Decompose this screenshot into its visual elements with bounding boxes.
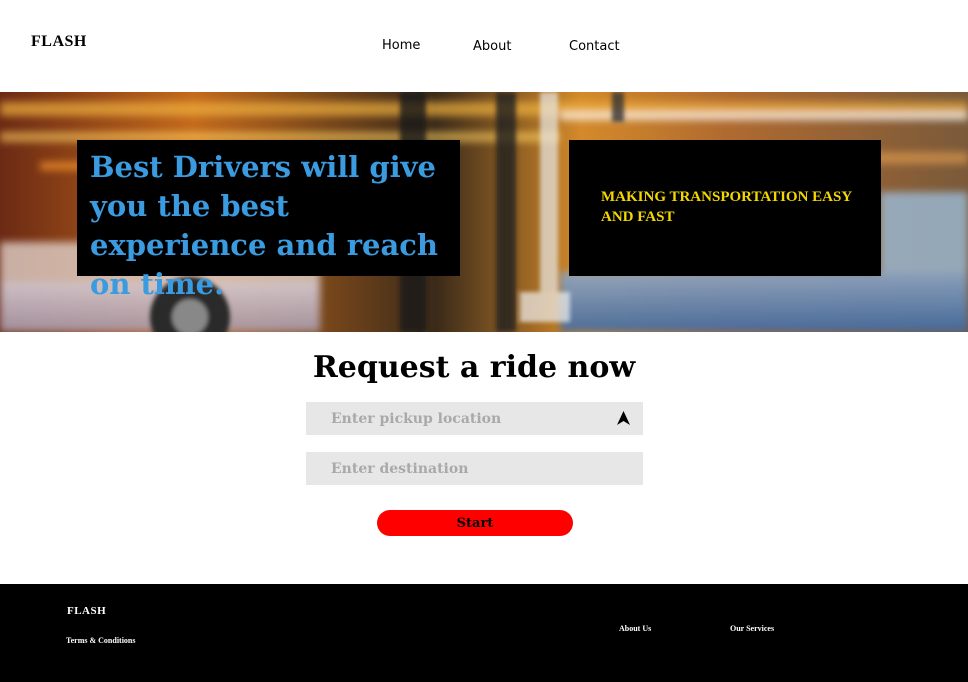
footer-about-link[interactable]: About Us	[619, 624, 651, 633]
nav-about[interactable]: About	[473, 39, 511, 54]
footer-terms-link[interactable]: Terms & Conditions	[66, 636, 136, 645]
start-button[interactable]: Start	[377, 510, 573, 536]
navigation-arrow-icon[interactable]	[617, 411, 630, 425]
ride-request-title: Request a ride now	[312, 350, 636, 385]
brand-logo[interactable]: FLASH	[31, 33, 87, 51]
nav-home[interactable]: Home	[382, 38, 420, 53]
hero-headline: Best Drivers will give you the best expe…	[90, 150, 439, 301]
footer-services-link[interactable]: Our Services	[730, 624, 774, 633]
footer-logo[interactable]: FLASH	[67, 605, 106, 617]
nav-contact[interactable]: Contact	[569, 39, 620, 54]
destination-input[interactable]	[306, 452, 643, 485]
pickup-location-input[interactable]	[306, 402, 643, 435]
footer	[0, 584, 968, 682]
hero-tagline: MAKING TRANSPORTATION EASY AND FAST	[601, 189, 852, 225]
